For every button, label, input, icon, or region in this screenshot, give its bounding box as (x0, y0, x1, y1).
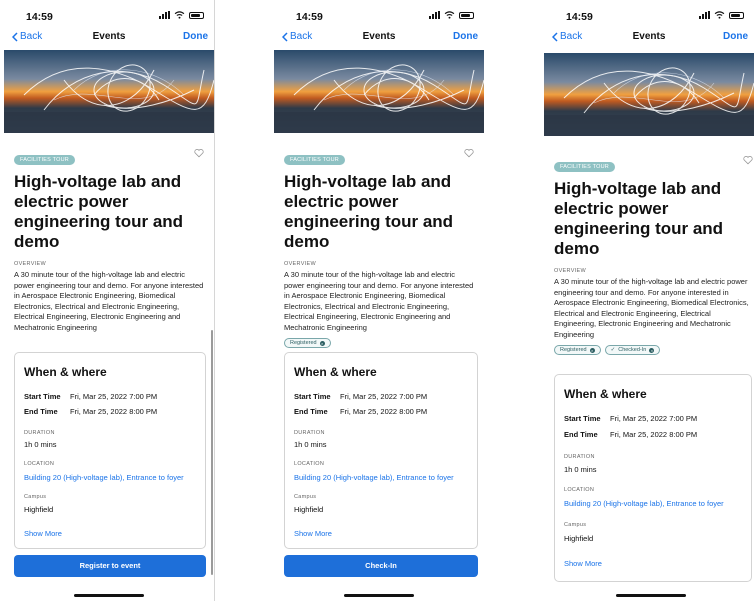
end-time-label: End Time (564, 430, 598, 439)
event-details: FACILITIES TOUR High-voltage lab and ele… (284, 148, 474, 348)
duration-label: DURATION (24, 430, 55, 436)
status-time: 14:59 (26, 11, 53, 23)
overview-label: OVERVIEW (14, 261, 46, 267)
duration-label: DURATION (294, 430, 325, 436)
category-tag: FACILITIES TOUR (284, 155, 345, 165)
event-title: High-voltage lab and electric power engi… (14, 172, 184, 251)
chip-label: Registered (290, 340, 317, 346)
home-indicator (616, 594, 686, 597)
duration-label: DURATION (564, 454, 595, 460)
close-icon[interactable]: × (649, 347, 655, 353)
campus-label: Campus (294, 494, 317, 500)
overview-label: OVERVIEW (554, 268, 586, 274)
close-icon[interactable]: × (319, 340, 325, 346)
status-time: 14:59 (566, 11, 593, 23)
screen-3: 14:59 Back Events Done FACILITIES TOUR H… (544, 0, 754, 601)
duration-value: 1h 0 mins (564, 465, 597, 474)
show-more-link[interactable]: Show More (294, 529, 332, 538)
when-where-card: When & where Start Time Fri, Mar 25, 2022… (554, 374, 752, 582)
event-hero-image (4, 50, 214, 133)
category-tag: FACILITIES TOUR (554, 162, 615, 172)
duration-value: 1h 0 mins (24, 440, 57, 449)
heart-icon[interactable] (743, 155, 753, 165)
start-time-label: Start Time (294, 392, 331, 401)
location-label: LOCATION (24, 461, 55, 467)
when-where-card: When & where Start Time Fri, Mar 25, 2022… (14, 352, 206, 549)
card-heading: When & where (564, 387, 647, 401)
event-title: High-voltage lab and electric power engi… (554, 179, 724, 258)
start-time-value: Fri, Mar 25, 2022 7:00 PM (70, 392, 158, 401)
overview-text: A 30 minute tour of the high-voltage lab… (14, 270, 204, 332)
location-label: LOCATION (294, 461, 325, 467)
signal-icon (699, 11, 710, 19)
overview-text: A 30 minute tour of the high-voltage lab… (554, 277, 749, 339)
campus-value: Highfield (294, 505, 324, 514)
home-indicator (74, 594, 144, 597)
start-time-value: Fri, Mar 25, 2022 7:00 PM (340, 392, 428, 401)
done-button[interactable]: Done (183, 31, 208, 42)
show-more-link[interactable]: Show More (24, 529, 62, 538)
campus-label: Campus (564, 522, 587, 528)
campus-label: Campus (24, 494, 47, 500)
battery-icon (459, 11, 474, 19)
status-bar: 14:59 (544, 8, 754, 24)
start-time-label: Start Time (564, 414, 601, 423)
start-time-value: Fri, Mar 25, 2022 7:00 PM (610, 414, 698, 423)
campus-value: Highfield (564, 534, 594, 543)
wifi-icon (714, 11, 725, 19)
status-chips: Registered × (284, 338, 474, 348)
home-indicator (344, 594, 414, 597)
status-bar: 14:59 (4, 8, 214, 24)
done-button[interactable]: Done (723, 31, 748, 42)
card-heading: When & where (294, 365, 377, 379)
location-link[interactable]: Building 20 (High-voltage lab), Entrance… (294, 473, 454, 482)
register-button[interactable]: Register to event (14, 555, 206, 577)
registered-chip[interactable]: Registered × (284, 338, 331, 348)
screen-2: 14:59 Back Events Done FACILITIES TOUR H… (274, 0, 484, 601)
wifi-icon (174, 11, 185, 19)
chip-label: Registered (560, 347, 587, 353)
start-time-label: Start Time (24, 392, 61, 401)
end-time-value: Fri, Mar 25, 2022 8:00 PM (340, 407, 428, 416)
signal-icon (429, 11, 440, 19)
event-hero-image (544, 53, 754, 136)
duration-value: 1h 0 mins (294, 440, 327, 449)
wifi-icon (444, 11, 455, 19)
event-title: High-voltage lab and electric power engi… (284, 172, 454, 251)
campus-value: Highfield (24, 505, 54, 514)
show-more-link[interactable]: Show More (564, 559, 602, 568)
checked-in-chip[interactable]: ✓ Checked-In × (604, 345, 661, 355)
event-details: FACILITIES TOUR High-voltage lab and ele… (554, 155, 753, 355)
card-heading: When & where (24, 365, 107, 379)
end-time-value: Fri, Mar 25, 2022 8:00 PM (70, 407, 158, 416)
heart-icon[interactable] (194, 148, 204, 158)
screen-1: 14:59 Back Events Done FACILITIES TOUR H… (4, 0, 215, 601)
battery-icon (189, 11, 204, 19)
done-button[interactable]: Done (453, 31, 478, 42)
location-link[interactable]: Building 20 (High-voltage lab), Entrance… (24, 473, 184, 482)
battery-icon (729, 11, 744, 19)
status-time: 14:59 (296, 11, 323, 23)
overview-text: A 30 minute tour of the high-voltage lab… (284, 270, 474, 332)
signal-icon (159, 11, 170, 19)
heart-icon[interactable] (464, 148, 474, 158)
close-icon[interactable]: × (589, 347, 595, 353)
event-details: FACILITIES TOUR High-voltage lab and ele… (14, 148, 204, 333)
chip-label: Checked-In (618, 347, 647, 353)
when-where-card: When & where Start Time Fri, Mar 25, 2022… (284, 352, 478, 549)
location-link[interactable]: Building 20 (High-voltage lab), Entrance… (564, 499, 724, 508)
location-label: LOCATION (564, 487, 595, 493)
status-bar: 14:59 (274, 8, 484, 24)
registered-chip[interactable]: Registered × (554, 345, 601, 355)
check-in-button[interactable]: Check-In (284, 555, 478, 577)
overview-label: OVERVIEW (284, 261, 316, 267)
check-icon: ✓ (610, 347, 616, 353)
end-time-label: End Time (294, 407, 328, 416)
scrollbar[interactable] (211, 330, 213, 575)
category-tag: FACILITIES TOUR (14, 155, 75, 165)
event-hero-image (274, 50, 484, 133)
end-time-value: Fri, Mar 25, 2022 8:00 PM (610, 430, 698, 439)
end-time-label: End Time (24, 407, 58, 416)
status-chips: Registered × ✓ Checked-In × (554, 345, 752, 355)
